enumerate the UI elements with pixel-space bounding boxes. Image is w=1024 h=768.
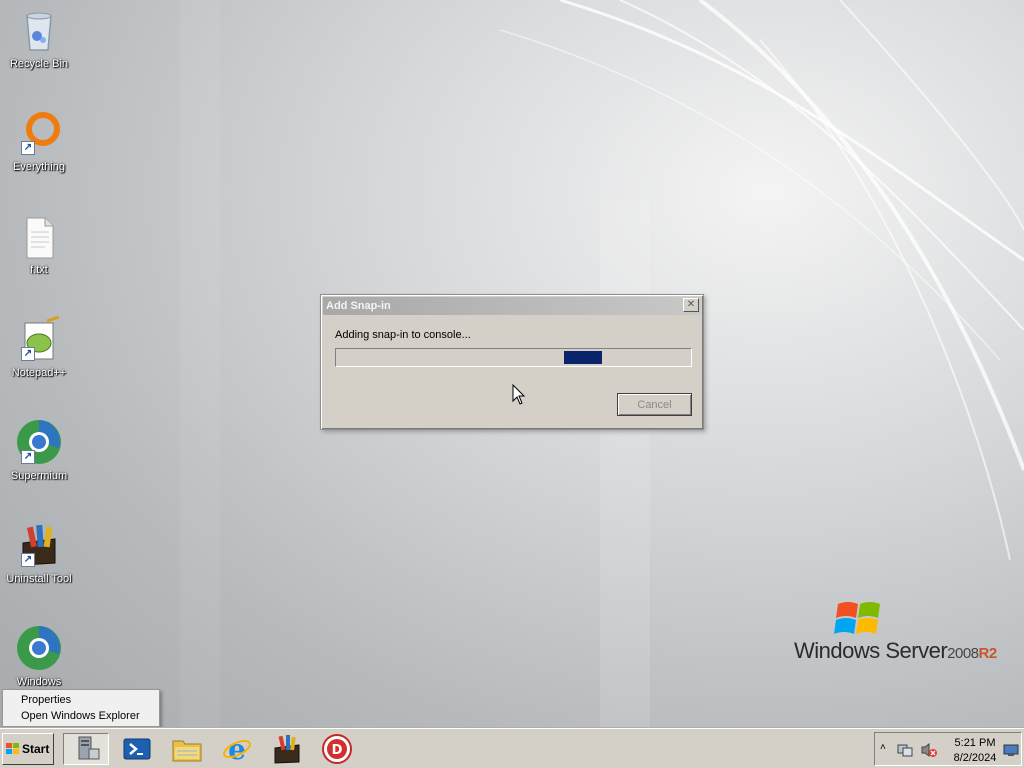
taskbar-explorer-button[interactable]: [164, 733, 210, 765]
desktop-icon-f-txt[interactable]: f.txt: [4, 212, 74, 292]
desktop-icon-notepad-plus-plus[interactable]: ↗ Notepad++: [4, 315, 74, 395]
svg-text:e: e: [228, 734, 246, 764]
svg-text:D: D: [332, 743, 343, 758]
shortcut-arrow-icon: ↗: [21, 347, 35, 361]
taskbar: Start e D ˄ 5:21 PM 8/2/2024: [0, 728, 1024, 768]
network-icon[interactable]: [897, 742, 913, 758]
mouse-cursor-icon: [512, 384, 526, 405]
dialog-titlebar[interactable]: Add Snap-in ✕: [323, 297, 701, 315]
powershell-icon: [123, 738, 151, 760]
internet-explorer-icon: e: [223, 734, 251, 764]
shortcut-arrow-icon: ↗: [21, 450, 35, 464]
start-button[interactable]: Start: [2, 733, 54, 765]
shortcut-arrow-icon: ↗: [21, 553, 35, 567]
desktop-icon-label: Supermium: [10, 470, 68, 482]
windows-flag-icon: [834, 602, 880, 634]
recycle-bin-icon: [15, 6, 63, 54]
windows-server-logo: Windows Server2008R2: [794, 598, 1004, 668]
taskbar-red-d-app-button[interactable]: D: [314, 733, 360, 765]
menu-item-properties[interactable]: Properties: [3, 692, 159, 708]
desktop-icon-label: Notepad++: [11, 367, 67, 379]
taskbar-context-menu: Properties Open Windows Explorer: [2, 689, 160, 727]
progress-chunk: [564, 351, 602, 364]
windows-server-wordmark: Windows Server2008R2: [794, 638, 997, 663]
uninstall-tool-icon: ↗: [15, 521, 63, 569]
menu-item-open-windows-explorer[interactable]: Open Windows Explorer: [3, 708, 159, 724]
volume-muted-icon[interactable]: [921, 742, 937, 758]
notepad-plus-plus-icon: ↗: [15, 315, 63, 363]
desktop-icon-label: Recycle Bin: [9, 58, 69, 70]
clock-date[interactable]: 8/2/2024: [943, 752, 1007, 764]
taskbar-internet-explorer-button[interactable]: e: [214, 733, 260, 765]
show-desktop-icon[interactable]: [1003, 744, 1019, 757]
clock-time[interactable]: 5:21 PM: [943, 737, 1007, 749]
desktop-icon-everything[interactable]: ↗ Everything: [4, 109, 74, 189]
taskbar-powershell-button[interactable]: [114, 733, 160, 765]
text-file-icon: [15, 212, 63, 260]
shortcut-arrow-icon: ↗: [21, 141, 35, 155]
taskbar-uninstall-tool-button[interactable]: [264, 733, 310, 765]
desktop-icon-label: Everything: [13, 161, 65, 173]
everything-search-icon: ↗: [15, 109, 63, 157]
desktop-icon-label: f.txt: [30, 264, 48, 276]
windows-explorer-icon: [172, 740, 202, 762]
windows-flag-icon: [6, 743, 19, 754]
taskbar-server-manager-button[interactable]: [63, 733, 109, 765]
desktop-icon-label: Uninstall Tool: [6, 573, 72, 585]
supermium-browser-icon: [15, 624, 63, 672]
desktop-icon-recycle-bin[interactable]: Recycle Bin: [4, 6, 74, 86]
server-manager-icon: [78, 736, 100, 760]
red-d-app-icon: D: [322, 734, 352, 764]
desktop-icon-label: Windows: [16, 676, 62, 688]
add-snap-in-dialog: Add Snap-in ✕ Adding snap-in to console.…: [320, 294, 704, 430]
show-hidden-icons-chevron[interactable]: ˄: [880, 742, 886, 753]
close-button[interactable]: ✕: [683, 298, 699, 312]
notification-area: ˄ 5:21 PM 8/2/2024: [874, 732, 1022, 766]
desktop-icon-uninstall-tool[interactable]: ↗ Uninstall Tool: [4, 521, 74, 601]
supermium-browser-icon: ↗: [15, 418, 63, 466]
desktop-icon-supermium[interactable]: ↗ Supermium: [4, 418, 74, 498]
cancel-button[interactable]: Cancel: [617, 393, 692, 416]
uninstall-tool-icon: [274, 735, 300, 764]
progress-bar: [335, 348, 692, 367]
start-label: Start: [22, 742, 50, 756]
dialog-title: Add Snap-in: [326, 300, 391, 312]
dialog-message: Adding snap-in to console...: [335, 329, 471, 341]
